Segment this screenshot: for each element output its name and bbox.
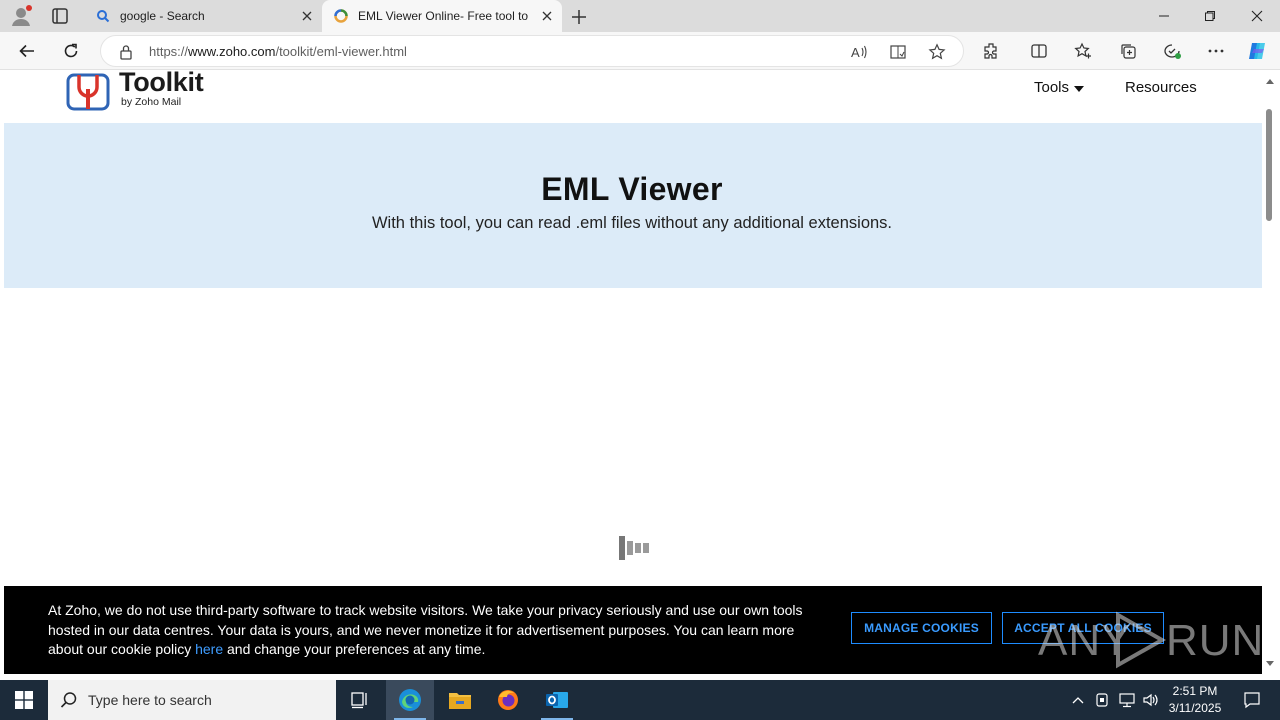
search-icon [96, 9, 110, 23]
page-viewport: Toolkit by Zoho Mail Tools Resources EML… [4, 71, 1262, 674]
taskbar-search-box[interactable]: Type here to search [48, 680, 336, 720]
loader-bar [619, 536, 625, 560]
refresh-icon[interactable] [60, 40, 82, 62]
profile-avatar-icon[interactable] [10, 5, 32, 27]
read-aloud-icon[interactable]: A [849, 42, 869, 62]
back-arrow-icon[interactable] [16, 40, 38, 62]
cookie-banner: At Zoho, we do not use third-party softw… [4, 586, 1262, 674]
windows-taskbar: Type here to search 2:51 PM 3/11/2025 [0, 680, 1280, 720]
copilot-icon[interactable] [1246, 40, 1268, 62]
task-view-icon[interactable] [336, 680, 384, 720]
nav-tools-dropdown[interactable]: Tools [1034, 79, 1085, 96]
outlook-icon[interactable] [533, 680, 581, 720]
anyrun-watermark: ANY RUN [1038, 608, 1262, 672]
immersive-reader-icon[interactable] [888, 42, 908, 62]
firefox-icon[interactable] [484, 680, 532, 720]
cookie-text-part: and change your preferences at any time. [223, 641, 486, 657]
svg-text:A: A [851, 45, 860, 60]
nav-resources-link[interactable]: Resources [1125, 79, 1197, 96]
scroll-down-icon[interactable] [1266, 661, 1274, 666]
url-text[interactable]: https://www.zoho.com/toolkit/eml-viewer.… [149, 44, 407, 59]
loader-bar [627, 541, 633, 555]
url-scheme: https:// [149, 44, 189, 59]
caret-down-icon [1074, 85, 1085, 92]
scroll-up-icon[interactable] [1266, 79, 1274, 84]
collections-icon[interactable] [1117, 40, 1139, 62]
split-screen-icon[interactable] [1028, 40, 1050, 62]
volume-icon[interactable] [1140, 680, 1162, 720]
edge-taskbar-icon[interactable] [386, 680, 434, 720]
close-tab-icon[interactable] [300, 9, 314, 23]
zoho-favicon-icon [334, 9, 348, 23]
network-icon[interactable] [1116, 680, 1138, 720]
address-bar[interactable]: https://www.zoho.com/toolkit/eml-viewer.… [100, 35, 964, 67]
page-subtitle: With this tool, you can read .eml files … [371, 214, 893, 232]
tab-actions-icon[interactable] [48, 4, 72, 28]
close-tab-icon[interactable] [540, 9, 554, 23]
scrollbar-thumb[interactable] [1266, 109, 1272, 221]
url-path: /toolkit/eml-viewer.html [275, 44, 407, 59]
tab-title: google - Search [120, 9, 205, 23]
show-hidden-icons-chevron-up-icon[interactable] [1068, 680, 1088, 720]
cookie-message: At Zoho, we do not use third-party softw… [48, 601, 808, 660]
play-icon [1116, 611, 1167, 669]
lock-icon[interactable] [119, 44, 133, 60]
browser-tab-strip: google - Search EML Viewer Online- Free … [0, 0, 1280, 32]
clock-date: 3/11/2025 [1168, 701, 1222, 715]
tray-device-icon[interactable] [1092, 680, 1112, 720]
tab-google-search[interactable]: google - Search [84, 0, 322, 32]
toolkit-logo-icon[interactable] [66, 71, 112, 111]
browser-essentials-icon[interactable] [1161, 40, 1183, 62]
clock-time: 2:51 PM [1172, 684, 1218, 698]
file-explorer-icon[interactable] [436, 680, 484, 720]
extensions-icon[interactable] [980, 40, 1002, 62]
tab-title: EML Viewer Online- Free tool to r [358, 9, 532, 23]
minimize-icon[interactable] [1141, 0, 1187, 32]
restore-icon[interactable] [1187, 0, 1233, 32]
browser-toolbar: https://www.zoho.com/toolkit/eml-viewer.… [0, 32, 1280, 70]
manage-cookies-button[interactable]: MANAGE COOKIES [851, 612, 992, 644]
page-scrollbar[interactable] [1262, 71, 1278, 674]
taskbar-search-placeholder: Type here to search [88, 692, 212, 708]
nav-tools-label: Tools [1034, 79, 1070, 96]
close-window-icon[interactable] [1234, 0, 1280, 32]
url-host: www.zoho.com [188, 44, 276, 59]
cookie-policy-link[interactable]: here [195, 641, 223, 657]
logo-subtitle: by Zoho Mail [121, 96, 182, 108]
watermark-right: RUN [1166, 616, 1262, 665]
loader-bar [635, 543, 641, 553]
hero-banner: EML Viewer With this tool, you can read … [4, 123, 1262, 288]
taskbar-clock[interactable]: 2:51 PM 3/11/2025 [1166, 683, 1224, 717]
new-tab-icon[interactable] [568, 6, 590, 28]
notifications-icon[interactable] [1232, 680, 1272, 720]
page-title: EML Viewer [541, 171, 723, 207]
more-options-icon[interactable] [1205, 40, 1227, 62]
site-header: Toolkit by Zoho Mail Tools Resources [4, 71, 1262, 123]
windows-start-icon[interactable] [0, 680, 48, 720]
tab-eml-viewer[interactable]: EML Viewer Online- Free tool to r [322, 0, 562, 32]
logo-title[interactable]: Toolkit [119, 71, 204, 98]
loader-bar [643, 543, 649, 553]
search-icon [60, 692, 77, 708]
favorites-icon[interactable] [1072, 40, 1094, 62]
loading-spinner-icon [619, 536, 649, 560]
favorite-star-icon[interactable] [927, 42, 947, 62]
